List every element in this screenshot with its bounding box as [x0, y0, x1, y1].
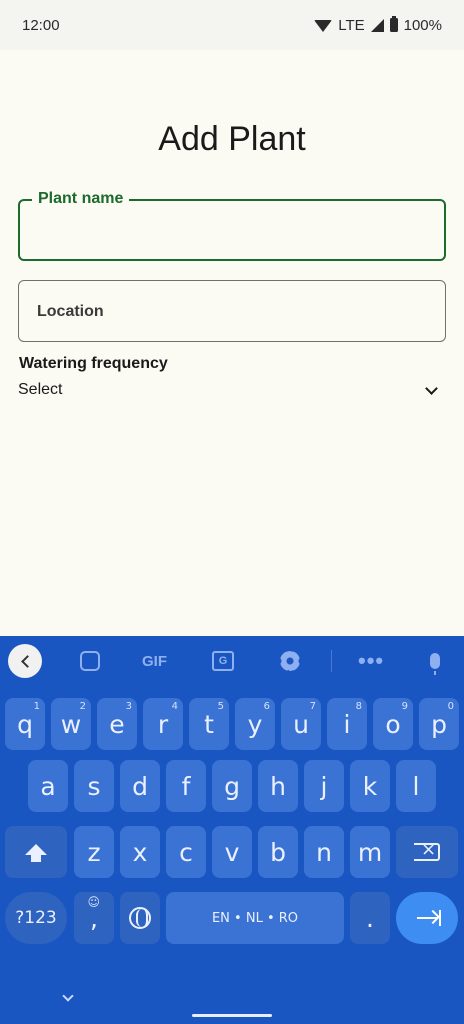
key-label: e	[109, 709, 125, 739]
status-time: 12:00	[22, 16, 60, 34]
battery-icon	[389, 16, 398, 32]
key-q[interactable]: q1	[5, 698, 45, 750]
gif-label: GIF	[142, 652, 167, 670]
backspace-icon	[414, 839, 440, 861]
key-p[interactable]: p0	[419, 698, 459, 750]
key-t[interactable]: t5	[189, 698, 229, 750]
watering-frequency-dropdown[interactable]: Select	[18, 378, 446, 402]
chevron-left-icon	[20, 654, 34, 668]
key-w[interactable]: w2	[51, 698, 91, 750]
emoji-comma-key[interactable]: , ☺	[74, 892, 114, 944]
key-hint: 9	[401, 701, 408, 712]
watering-frequency-label: Watering frequency	[19, 355, 168, 372]
more-dots-icon: •••	[358, 648, 385, 673]
emoji-icon: ☺	[87, 895, 100, 909]
key-m[interactable]: m	[350, 826, 390, 878]
key-j[interactable]: j	[304, 760, 344, 812]
key-l[interactable]: l	[396, 760, 436, 812]
plant-name-field[interactable]: Plant name	[18, 190, 446, 261]
translate-icon: G	[212, 651, 234, 671]
key-label: u	[293, 709, 309, 739]
settings-button[interactable]	[280, 644, 300, 678]
microphone-icon	[430, 653, 440, 675]
key-label: i	[343, 709, 351, 739]
sticker-icon	[80, 651, 100, 671]
watering-frequency-value: Select	[18, 381, 63, 398]
key-a[interactable]: a	[28, 760, 68, 812]
key-label: r	[157, 709, 169, 739]
key-x[interactable]: x	[120, 826, 160, 878]
backspace-key[interactable]	[396, 826, 458, 878]
more-button[interactable]: •••	[358, 644, 384, 678]
key-y[interactable]: y6	[235, 698, 275, 750]
key-s[interactable]: s	[74, 760, 114, 812]
period-key[interactable]: .	[350, 892, 390, 944]
network-type: LTE	[338, 16, 365, 34]
key-label: w	[60, 709, 82, 739]
symbols-key[interactable]: ?123	[5, 892, 67, 944]
hide-keyboard-chevron-icon[interactable]	[62, 990, 74, 1002]
key-hint: 0	[447, 701, 454, 712]
sticker-button[interactable]	[80, 644, 100, 678]
key-label: o	[385, 709, 401, 739]
enter-arrow-icon	[417, 910, 441, 926]
keyboard-toolbar: GIF G •••	[0, 636, 464, 686]
key-hint: 1	[33, 701, 40, 712]
toolbar-divider	[331, 650, 332, 672]
key-label: p	[431, 709, 447, 739]
key-i[interactable]: i8	[327, 698, 367, 750]
gear-icon	[280, 651, 300, 671]
key-label: y	[247, 709, 263, 739]
key-hint: 3	[125, 701, 132, 712]
battery-level: 100%	[403, 16, 442, 34]
key-o[interactable]: o9	[373, 698, 413, 750]
voice-input-button[interactable]	[430, 644, 440, 678]
enter-key[interactable]	[396, 892, 458, 944]
key-hint: 5	[217, 701, 224, 712]
shift-key[interactable]	[5, 826, 67, 878]
keyboard-back-button[interactable]	[8, 644, 42, 678]
shift-icon	[25, 843, 47, 862]
key-hint: 4	[171, 701, 178, 712]
key-label: q	[17, 709, 33, 739]
key-g[interactable]: g	[212, 760, 252, 812]
status-icons: LTE 100%	[314, 16, 442, 34]
key-hint: 8	[355, 701, 362, 712]
gif-button[interactable]: GIF	[142, 644, 167, 678]
language-switch-key[interactable]	[120, 892, 160, 944]
key-h[interactable]: h	[258, 760, 298, 812]
chevron-down-icon	[425, 381, 438, 395]
space-bar[interactable]: EN • NL • RO	[166, 892, 344, 944]
key-hint: 2	[79, 701, 86, 712]
wifi-icon	[314, 20, 333, 32]
status-bar: 12:00 LTE 100%	[0, 0, 464, 50]
globe-icon	[129, 907, 151, 929]
plant-name-input[interactable]	[36, 233, 428, 251]
translate-button[interactable]: G	[212, 644, 234, 678]
key-d[interactable]: d	[120, 760, 160, 812]
key-f[interactable]: f	[166, 760, 206, 812]
signal-icon	[370, 18, 384, 32]
key-label: t	[204, 709, 214, 739]
page-title: Add Plant	[158, 120, 306, 158]
location-label: Location	[37, 303, 104, 320]
key-k[interactable]: k	[350, 760, 390, 812]
key-u[interactable]: u7	[281, 698, 321, 750]
key-b[interactable]: b	[258, 826, 298, 878]
plant-name-label: Plant name	[32, 190, 130, 208]
key-hint: 6	[263, 701, 270, 712]
gesture-navigation-bar[interactable]	[192, 1014, 272, 1017]
soft-keyboard: GIF G ••• q1 w2 e3 r4 t5 y6 u7 i8 o9 p0 …	[0, 636, 464, 1024]
key-hint: 7	[309, 701, 316, 712]
location-field[interactable]: Location	[18, 280, 446, 342]
key-e[interactable]: e3	[97, 698, 137, 750]
key-c[interactable]: c	[166, 826, 206, 878]
key-n[interactable]: n	[304, 826, 344, 878]
key-v[interactable]: v	[212, 826, 252, 878]
key-r[interactable]: r4	[143, 698, 183, 750]
key-z[interactable]: z	[74, 826, 114, 878]
